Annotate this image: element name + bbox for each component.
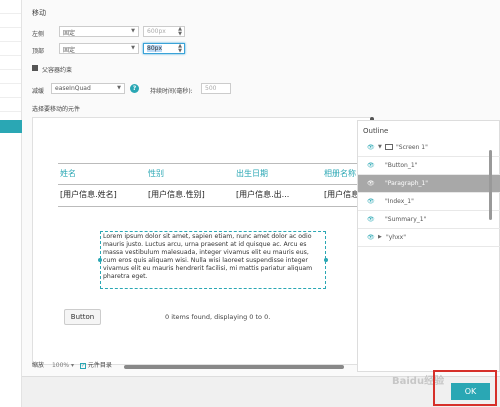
outline-item-button-1[interactable]: 👁 "Button_1" [358,157,500,175]
table-cell: [用户信息.出... [236,190,290,199]
left-value: 600px [147,28,166,35]
top-mode-value: 固定 [63,47,76,54]
top-mode-select[interactable]: 固定 ▼ [59,43,139,54]
left-value-input[interactable]: 600px ▲ ▼ [143,26,185,37]
table-cell: [用户信息.性别] [148,190,205,199]
outline-item-paragraph-1[interactable]: 👁 "Paragraph_1" [358,175,500,193]
top-value: 80px [147,45,162,52]
canvas-horizontal-scrollbar[interactable] [124,365,344,369]
table-cell: [用户信息.姓名] [60,190,117,199]
table-header-cell: 姓名 [60,169,76,178]
triangle-right-icon[interactable]: ▶ [378,234,382,240]
left-strip-row [0,98,21,112]
items-found-text: 0 items found, displaying 0 to 0. [165,313,271,321]
easing-value: easeInQuad [55,85,91,92]
left-strip-row [0,14,21,28]
widget-list-label: 元件目录 [87,362,112,369]
table-row: [用户信息.姓名] [用户信息.性别] [用户信息.出... [用户信息 [58,185,368,207]
table-header-row: 姓名 性别 出生日期 相册名称 [58,163,368,185]
outline-item-index-1[interactable]: 👁 "Index_1" [358,193,500,211]
user-info-table[interactable]: 姓名 性别 出生日期 相册名称 [用户信息.姓名] [用户信息.性别] [用户信… [58,163,368,207]
top-label: 顶部 [32,48,45,55]
left-mode-value: 固定 [63,30,76,37]
duration-input[interactable]: 500 [201,83,231,94]
triangle-down-icon[interactable]: ▼ [378,144,382,150]
ok-button[interactable]: OK [451,383,490,400]
section-title: 移动 [32,9,46,17]
zoom-value: 100% [51,362,70,369]
left-mode-select[interactable]: 固定 ▼ [59,26,139,37]
eye-icon[interactable]: 👁 [367,144,375,151]
outline-item-label: "Screen 1" [396,144,428,151]
zoom-bar: 缩放 100% ▾ ✓ 元件目录 [32,360,112,369]
eye-icon[interactable]: 👁 [367,216,375,223]
left-strip-row [0,70,21,84]
left-strip-selected-item[interactable] [0,120,22,133]
zoom-select[interactable]: 100% ▾ [52,362,74,369]
sample-button-widget[interactable]: Button [64,309,101,325]
outline-item-label: "Index_1" [385,198,414,205]
outline-item-label: "yhxx" [386,234,406,241]
eye-icon[interactable]: 👁 [367,162,375,169]
left-strip-row [0,28,21,42]
left-strip-row [0,84,21,98]
easing-label: 减缓 [32,88,45,95]
checkbox-icon[interactable]: ✓ [79,363,86,369]
resize-handle-left[interactable] [98,258,102,262]
chevron-down-icon: ▼ [131,45,135,51]
spinner-icon[interactable]: ▲ ▼ [178,27,182,37]
outline-scrollbar[interactable] [489,150,492,220]
top-value-input[interactable]: 80px ▲ ▼ [143,43,185,54]
duration-value: 500 [205,85,217,92]
resize-handle-right[interactable] [324,258,328,262]
left-panel-strip [0,0,22,407]
left-strip-row [0,0,21,14]
table-header-cell: 出生日期 [236,169,268,178]
left-label: 左侧 [32,31,45,38]
eye-icon[interactable]: 👁 [367,234,375,241]
outline-item-label: "Paragraph_1" [385,180,429,187]
spinner-icon[interactable]: ▲ ▼ [178,44,182,54]
outline-item-label: "Summary_1" [385,216,427,223]
monitor-icon [385,144,393,150]
outline-item-label: "Button_1" [385,162,418,169]
select-widget-label: 选择要移动的元件 [32,106,81,113]
parent-constraint-label: 父容器约束 [42,67,73,74]
left-strip-row [0,42,21,56]
eye-icon[interactable]: 👁 [367,180,375,187]
checkbox-icon[interactable] [32,65,38,71]
outline-item-summary-1[interactable]: 👁 "Summary_1" [358,211,500,229]
outline-title: Outline [363,127,389,135]
outline-item-screen-1[interactable]: 👁 ▼ "Screen 1" [358,139,500,157]
easing-select[interactable]: easeInQuad ▼ [51,83,125,94]
outline-panel: Outline 👁 ▼ "Screen 1" 👁 "Button_1" 👁 "P… [357,120,500,372]
table-header-cell: 性别 [148,169,164,178]
zoom-label: 缩放 [32,362,45,369]
help-icon[interactable]: ? [130,84,139,93]
chevron-down-icon: ▼ [117,85,121,91]
duration-label: 持续时间(毫秒): [150,88,193,95]
outline-item-yhxx[interactable]: 👁 ▶ "yhxx" [358,229,500,247]
eye-icon[interactable]: 👁 [367,198,375,205]
paragraph-widget[interactable]: Lorem ipsum dolor sit amet, sapien etiam… [100,231,326,289]
chevron-down-icon: ▼ [131,28,135,34]
left-strip-row [0,56,21,70]
